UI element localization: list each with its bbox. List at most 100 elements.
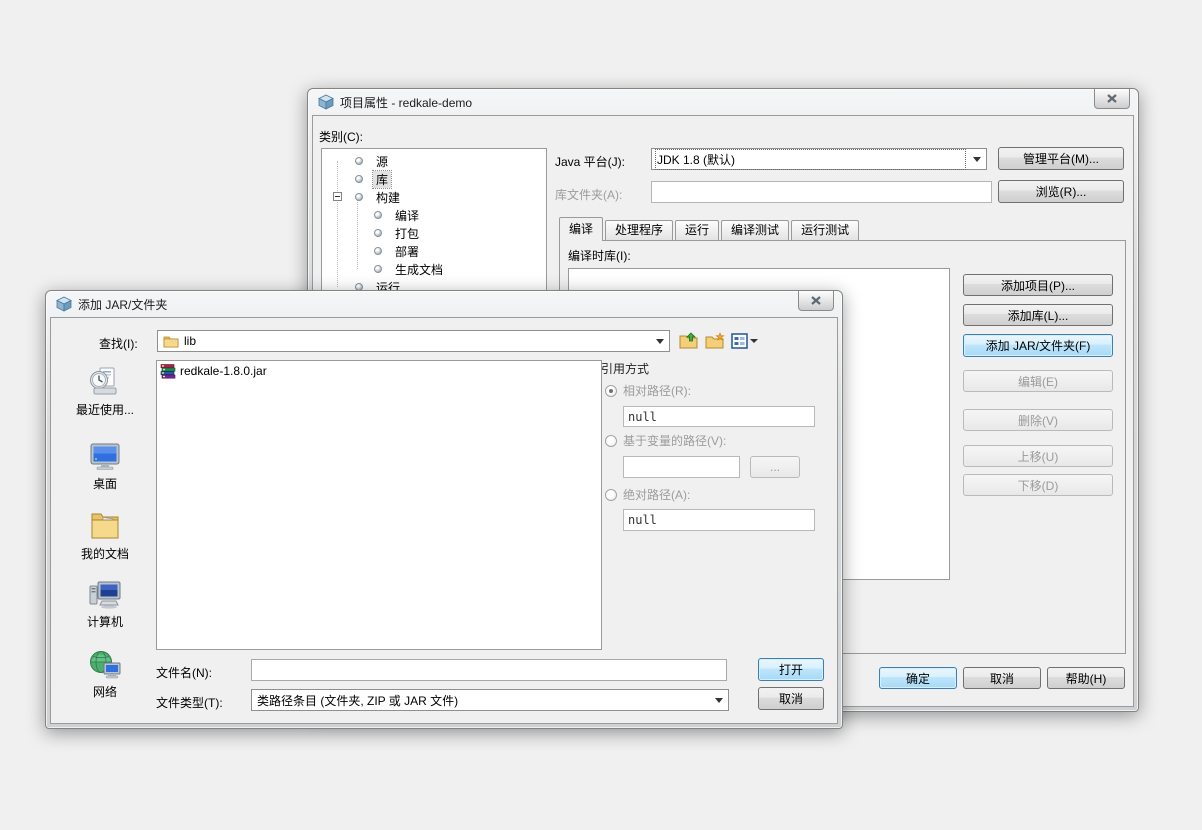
place-label: 计算机 <box>87 613 123 630</box>
edit-button[interactable]: 编辑(E) <box>963 370 1113 392</box>
java-platform-label: Java 平台(J): <box>555 153 625 170</box>
manage-platforms-label: 管理平台(M)... <box>1023 150 1099 167</box>
tree-item-build[interactable]: 构建 <box>322 188 546 206</box>
remove-button[interactable]: 删除(V) <box>963 409 1113 431</box>
tree-item-label: 打包 <box>392 225 422 242</box>
help-label: 帮助(H) <box>1066 670 1107 687</box>
network-icon <box>88 650 122 680</box>
node-bullet-icon <box>355 157 363 165</box>
cancel-label: 取消 <box>990 670 1014 687</box>
places-sidebar: 最近使用... 桌面 我的文档 <box>59 360 151 711</box>
radio-icon[interactable] <box>605 489 617 501</box>
file-name: redkale-1.8.0.jar <box>180 364 267 378</box>
add-library-button[interactable]: 添加库(L)... <box>963 304 1113 326</box>
variable-browse-label: ... <box>770 460 780 474</box>
absolute-path-value: null <box>628 513 657 527</box>
tab-run-tests[interactable]: 运行测试 <box>791 220 859 240</box>
add-library-label: 添加库(L)... <box>1008 307 1069 324</box>
tree-item-libraries[interactable]: 库 <box>322 170 546 188</box>
tree-item-documenting[interactable]: 生成文档 <box>322 260 546 278</box>
view-menu-button[interactable] <box>729 330 759 352</box>
documents-icon <box>88 510 122 542</box>
new-folder-button[interactable] <box>703 330 727 352</box>
variable-path-input[interactable] <box>628 457 735 477</box>
file-item-jar[interactable]: redkale-1.8.0.jar <box>157 361 601 381</box>
cancel-button[interactable]: 取消 <box>963 667 1041 689</box>
place-computer[interactable]: 计算机 <box>59 580 151 630</box>
manage-platforms-button[interactable]: 管理平台(M)... <box>998 147 1124 170</box>
remove-label: 删除(V) <box>1018 412 1058 429</box>
file-list[interactable]: redkale-1.8.0.jar <box>156 360 602 650</box>
tree-item-deployment[interactable]: 部署 <box>322 242 546 260</box>
tree-item-packaging[interactable]: 打包 <box>322 224 546 242</box>
place-desktop[interactable]: 桌面 <box>59 442 151 492</box>
node-bullet-icon <box>374 247 382 255</box>
libraries-folder-label: 库文件夹(A): <box>555 186 622 203</box>
variable-path-label: 基于变量的路径(V): <box>623 432 726 449</box>
desktop: 项目属性 - redkale-demo 类别(C): 源 库 构建 编译 打包 … <box>0 0 1202 830</box>
look-in-value: lib <box>184 334 647 348</box>
move-down-label: 下移(D) <box>1018 477 1059 494</box>
move-up-button[interactable]: 上移(U) <box>963 445 1113 467</box>
collapse-icon[interactable] <box>333 192 342 201</box>
tree-item-label: 构建 <box>373 189 403 206</box>
close-button[interactable] <box>1094 89 1130 109</box>
tree-item-compiling[interactable]: 编译 <box>322 206 546 224</box>
absolute-path-field[interactable]: null <box>623 509 815 531</box>
relative-path-field[interactable]: null <box>623 406 815 427</box>
file-name-field[interactable] <box>251 659 727 681</box>
file-name-input[interactable] <box>256 660 722 680</box>
java-platform-value: JDK 1.8 (默认) <box>657 151 964 168</box>
tab-compile[interactable]: 编译 <box>559 217 603 241</box>
place-label: 最近使用... <box>76 401 134 418</box>
variable-path-radio[interactable]: 基于变量的路径(V): <box>605 432 726 449</box>
variable-path-field[interactable] <box>623 456 740 478</box>
ok-button[interactable]: 确定 <box>879 667 957 689</box>
place-network[interactable]: 网络 <box>59 650 151 700</box>
browse-button[interactable]: 浏览(R)... <box>998 180 1124 203</box>
ok-label: 确定 <box>906 670 930 687</box>
close-button[interactable] <box>798 291 834 311</box>
java-platform-combobox[interactable]: JDK 1.8 (默认) <box>651 148 987 170</box>
add-jar-folder-dialog: 添加 JAR/文件夹 查找(I): lib <box>45 290 843 729</box>
file-type-combobox[interactable]: 类路径条目 (文件夹, ZIP 或 JAR 文件) <box>251 689 729 711</box>
computer-icon <box>88 580 122 610</box>
chevron-down-icon <box>711 690 726 710</box>
tree-item-label: 生成文档 <box>392 261 446 278</box>
add-jar-folder-titlebar[interactable]: 添加 JAR/文件夹 <box>46 291 842 317</box>
node-bullet-icon <box>374 265 382 273</box>
move-down-button[interactable]: 下移(D) <box>963 474 1113 496</box>
variable-browse-button[interactable]: ... <box>750 456 800 478</box>
help-button[interactable]: 帮助(H) <box>1047 667 1125 689</box>
tree-item-label: 源 <box>373 153 391 170</box>
absolute-path-radio[interactable]: 绝对路径(A): <box>605 486 690 503</box>
libraries-folder-field[interactable] <box>651 181 992 203</box>
relative-path-value: null <box>628 410 657 424</box>
add-project-button[interactable]: 添加项目(P)... <box>963 274 1113 296</box>
tab-compile-tests[interactable]: 编译测试 <box>721 220 789 240</box>
radio-icon[interactable] <box>605 435 617 447</box>
libraries-folder-input[interactable] <box>656 182 987 202</box>
node-bullet-icon <box>355 175 363 183</box>
look-in-combobox[interactable]: lib <box>157 330 670 352</box>
project-properties-titlebar[interactable]: 项目属性 - redkale-demo <box>308 89 1138 115</box>
tab-processor[interactable]: 处理程序 <box>605 220 673 240</box>
open-button[interactable]: 打开 <box>758 658 824 681</box>
move-up-label: 上移(U) <box>1018 448 1059 465</box>
place-recent[interactable]: 最近使用... <box>59 366 151 418</box>
node-bullet-icon <box>374 211 382 219</box>
file-type-value: 类路径条目 (文件夹, ZIP 或 JAR 文件) <box>257 692 706 709</box>
folder-icon <box>163 334 179 348</box>
tree-item-sources[interactable]: 源 <box>322 152 546 170</box>
place-documents[interactable]: 我的文档 <box>59 510 151 562</box>
up-one-level-button[interactable] <box>677 330 701 352</box>
dialog-title: 添加 JAR/文件夹 <box>78 296 167 313</box>
add-project-label: 添加项目(P)... <box>1001 277 1075 294</box>
relative-path-radio[interactable]: 相对路径(R): <box>605 382 691 399</box>
radio-selected-icon[interactable] <box>605 385 617 397</box>
cancel-button[interactable]: 取消 <box>758 687 824 710</box>
add-jar-folder-button[interactable]: 添加 JAR/文件夹(F) <box>963 334 1113 357</box>
edit-label: 编辑(E) <box>1018 373 1058 390</box>
add-jar-folder-label: 添加 JAR/文件夹(F) <box>986 337 1091 354</box>
tab-run[interactable]: 运行 <box>675 220 719 240</box>
